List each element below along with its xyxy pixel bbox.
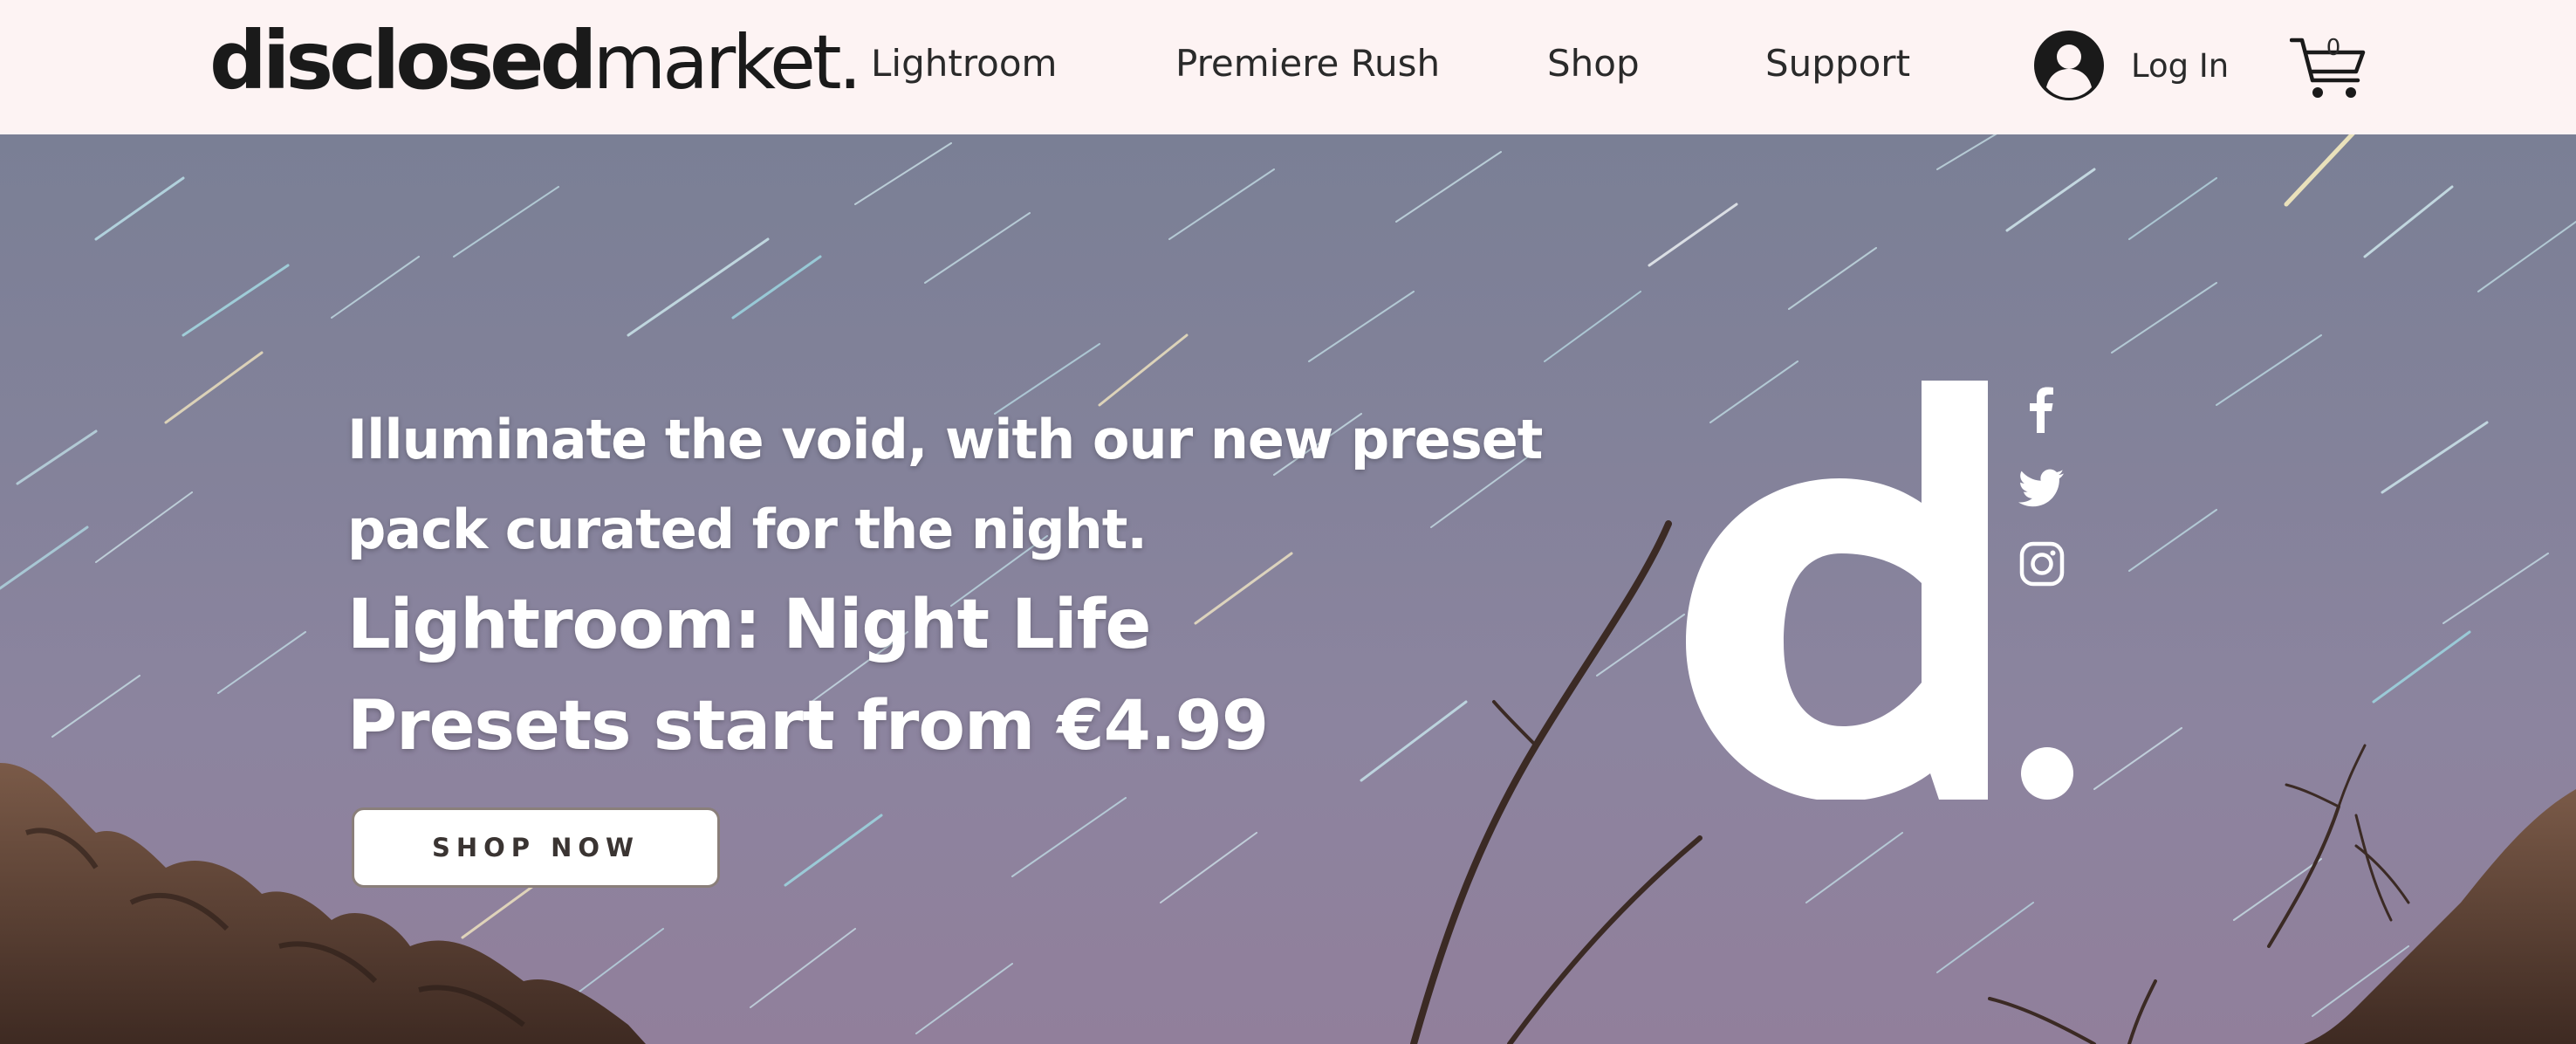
shop-now-button[interactable]: SHOP NOW bbox=[352, 807, 720, 888]
hero-price-line: Presets start from €4.99 bbox=[347, 687, 1269, 766]
instagram-icon[interactable] bbox=[2018, 539, 2066, 588]
rocks-left bbox=[0, 763, 646, 1044]
hero-banner: Illuminate the void, with our new preset… bbox=[0, 134, 2576, 1044]
nav-support[interactable]: Support bbox=[1765, 42, 1910, 85]
twitter-icon[interactable] bbox=[2018, 463, 2066, 512]
nav-lightroom[interactable]: Lightroom bbox=[871, 42, 1057, 85]
hero-title: Lightroom: Night Life bbox=[347, 586, 1151, 664]
facebook-icon[interactable] bbox=[2018, 384, 2066, 433]
user-avatar-icon bbox=[2034, 31, 2104, 100]
logo-bold-text: disclosed bbox=[209, 14, 597, 107]
hero-tagline-line1: Illuminate the void, with our new preset bbox=[347, 408, 1543, 471]
site-logo[interactable]: disclosed market. bbox=[209, 14, 862, 110]
cart-count: 0 bbox=[2326, 35, 2341, 61]
nav-shop[interactable]: Shop bbox=[1547, 42, 1640, 85]
login-button[interactable]: Log In bbox=[2033, 28, 2229, 103]
hero-tagline-line2: pack curated for the night. bbox=[347, 498, 1148, 561]
login-label: Log In bbox=[2131, 46, 2230, 85]
shop-now-label: SHOP NOW bbox=[431, 833, 641, 862]
logo-light-text: market. bbox=[593, 19, 862, 106]
star-trails bbox=[0, 134, 2576, 1034]
cart-button[interactable]: 0 bbox=[2290, 30, 2367, 103]
rocks-right bbox=[2304, 789, 2576, 1044]
nav-premiere-rush[interactable]: Premiere Rush bbox=[1175, 42, 1440, 85]
brand-d-logo bbox=[1686, 381, 2073, 800]
site-header: disclosed market. Lightroom Premiere Rush… bbox=[0, 0, 2576, 134]
